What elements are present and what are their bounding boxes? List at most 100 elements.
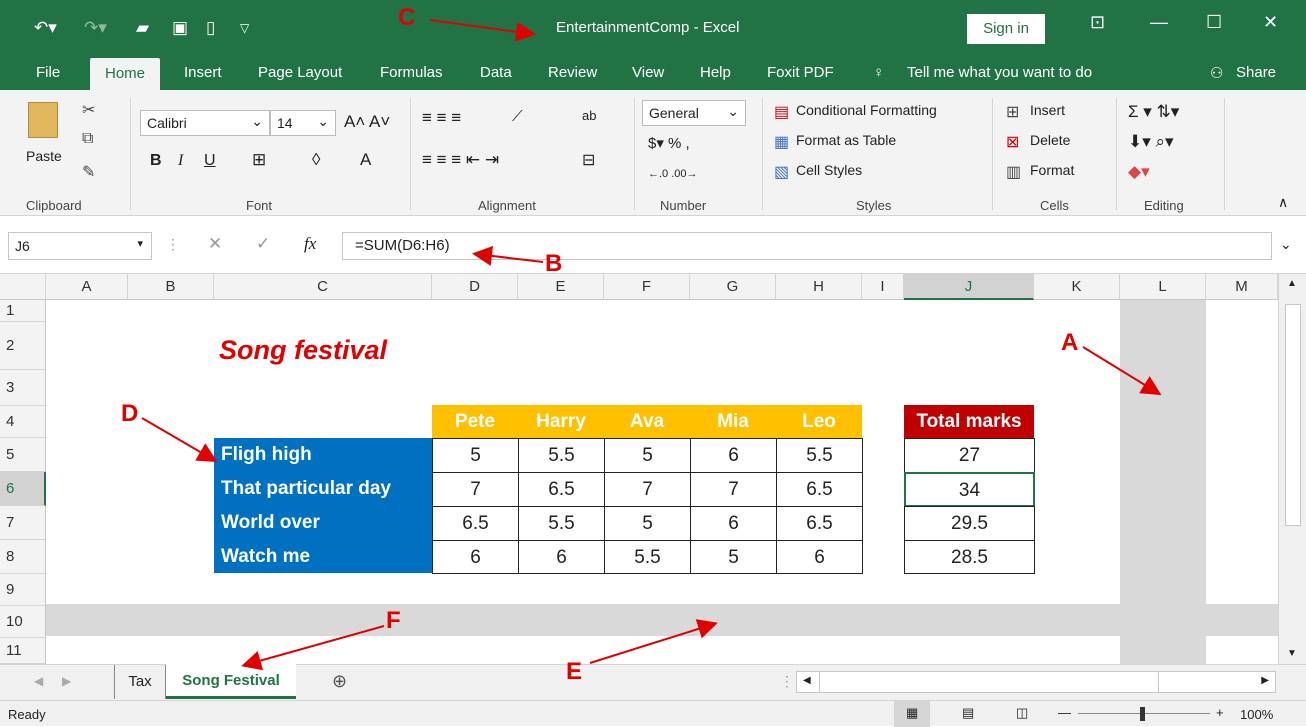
borders-icon[interactable]: ⊞: [252, 150, 266, 170]
insert-button[interactable]: Insert: [1030, 102, 1065, 118]
format-as-table-button[interactable]: Format as Table: [796, 132, 896, 148]
column-header-k[interactable]: K: [1034, 274, 1120, 300]
decimal-icon[interactable]: ←.0 .00→: [648, 168, 698, 180]
format-cells-icon[interactable]: ▥: [1006, 162, 1021, 182]
score-cell[interactable]: 5.5: [518, 506, 605, 541]
total-cell[interactable]: 28.5: [904, 540, 1035, 574]
zoom-out-icon[interactable]: —: [1058, 705, 1071, 720]
sign-in-button[interactable]: Sign in: [967, 14, 1045, 44]
fill-color-icon[interactable]: ◊: [312, 150, 320, 170]
redo-icon[interactable]: ↷▾: [84, 18, 107, 38]
column-header-d[interactable]: D: [432, 274, 518, 300]
wrap-text-icon[interactable]: ab: [582, 108, 596, 123]
tab-data[interactable]: Data: [480, 64, 512, 81]
column-header-m[interactable]: M: [1206, 274, 1278, 300]
tell-me-box[interactable]: Tell me what you want to do: [907, 64, 1092, 81]
underline-button[interactable]: U: [204, 152, 216, 170]
table-header-harry[interactable]: Harry: [518, 405, 604, 438]
cut-icon[interactable]: ✂: [82, 100, 95, 120]
scroll-thumb[interactable]: [1285, 304, 1301, 526]
tab-file[interactable]: File: [36, 64, 60, 81]
zoom-slider-thumb[interactable]: [1140, 707, 1145, 721]
open-folder-icon[interactable]: ▰: [136, 18, 149, 38]
row-header-2[interactable]: 2: [0, 322, 46, 370]
delete-cells-icon[interactable]: ⊠: [1006, 132, 1019, 152]
number-format-select[interactable]: General ⌄: [642, 100, 746, 126]
close-icon[interactable]: ✕: [1263, 12, 1278, 33]
row-header-11[interactable]: 11: [0, 638, 46, 664]
expand-formula-icon[interactable]: ⌄: [1280, 236, 1292, 253]
vertical-scrollbar[interactable]: ▲ ▼: [1278, 274, 1306, 664]
table-header-total-marks[interactable]: Total marks: [904, 405, 1034, 438]
new-file-icon[interactable]: ▯: [206, 18, 215, 38]
horizontal-scroll-thumb[interactable]: [819, 672, 1159, 692]
drag-handle-icon[interactable]: ⋮: [166, 236, 180, 253]
normal-view-icon[interactable]: ▦: [894, 701, 930, 727]
row-header-1[interactable]: 1: [0, 300, 46, 322]
row-header-8[interactable]: 8: [0, 540, 46, 574]
sheet-tab-song-festival[interactable]: Song Festival: [166, 664, 296, 699]
score-cell[interactable]: 5: [604, 506, 691, 541]
copy-icon[interactable]: ⧉: [82, 130, 93, 148]
score-cell[interactable]: 6.5: [776, 472, 863, 507]
format-button[interactable]: Format: [1030, 162, 1074, 178]
score-cell[interactable]: 6: [518, 540, 605, 574]
song-label[interactable]: Fligh high: [214, 438, 432, 472]
tab-page-layout[interactable]: Page Layout: [258, 64, 342, 81]
add-sheet-icon[interactable]: ⊕: [332, 671, 347, 692]
song-label[interactable]: That particular day: [214, 472, 432, 506]
row-header-3[interactable]: 3: [0, 370, 46, 406]
conditional-formatting-icon[interactable]: ▤: [774, 102, 789, 122]
zoom-level[interactable]: 100%: [1240, 707, 1273, 722]
table-header-ava[interactable]: Ava: [604, 405, 690, 438]
paste-button[interactable]: Paste: [26, 148, 62, 164]
zoom-in-icon[interactable]: +: [1216, 705, 1224, 720]
score-cell[interactable]: 6: [776, 540, 863, 574]
italic-button[interactable]: I: [178, 152, 183, 170]
select-all-corner[interactable]: [0, 274, 46, 300]
column-header-b[interactable]: B: [128, 274, 214, 300]
align-top-icon[interactable]: ≡ ≡ ≡: [422, 108, 461, 128]
insert-cells-icon[interactable]: ⊞: [1006, 102, 1019, 122]
score-cell[interactable]: 7: [604, 472, 691, 507]
song-label[interactable]: World over: [214, 506, 432, 540]
total-cell[interactable]: 29.5: [904, 506, 1035, 541]
accounting-format-icon[interactable]: $▾ % ,: [648, 134, 690, 152]
song-label[interactable]: Watch me: [214, 540, 432, 573]
column-header-i[interactable]: I: [862, 274, 904, 300]
orientation-icon[interactable]: ⟋: [512, 108, 523, 125]
score-cell[interactable]: 5.5: [776, 438, 863, 473]
tab-formulas[interactable]: Formulas: [380, 64, 443, 81]
enter-icon[interactable]: ✓: [256, 234, 270, 254]
score-cell[interactable]: 5: [604, 438, 691, 473]
cell-styles-icon[interactable]: ▧: [774, 162, 789, 182]
score-cell[interactable]: 6.5: [776, 506, 863, 541]
grow-font-icon[interactable]: A˄ A˅: [344, 112, 390, 132]
column-header-f[interactable]: F: [604, 274, 690, 300]
row-header-5[interactable]: 5: [0, 438, 46, 472]
format-as-table-icon[interactable]: ▦: [774, 132, 789, 152]
horizontal-scrollbar[interactable]: ◀ ▶: [796, 671, 1276, 693]
save-icon[interactable]: ▣: [172, 18, 188, 38]
tab-view[interactable]: View: [632, 64, 664, 81]
table-header-pete[interactable]: Pete: [432, 405, 518, 438]
column-header-h[interactable]: H: [776, 274, 862, 300]
score-cell[interactable]: 7: [432, 472, 519, 507]
cancel-icon[interactable]: ✕: [208, 234, 222, 254]
prev-sheet-icon[interactable]: ◀: [34, 674, 43, 688]
tab-review[interactable]: Review: [548, 64, 597, 81]
maximize-icon[interactable]: ☐: [1206, 12, 1222, 33]
total-cell-selected[interactable]: 34: [904, 472, 1035, 507]
sheet-title[interactable]: Song festival: [219, 335, 387, 366]
row-header-10[interactable]: 10: [0, 606, 46, 638]
share-icon[interactable]: ⚇: [1210, 64, 1223, 82]
total-cell[interactable]: 27: [904, 438, 1035, 473]
column-header-c[interactable]: C: [214, 274, 432, 300]
row-header-4[interactable]: 4: [0, 406, 46, 438]
font-name-select[interactable]: Calibri ⌄: [140, 110, 270, 136]
share-button[interactable]: Share: [1236, 64, 1276, 81]
score-cell[interactable]: 7: [690, 472, 777, 507]
tab-help[interactable]: Help: [700, 64, 731, 81]
page-break-view-icon[interactable]: ◫: [1016, 705, 1028, 721]
paste-icon[interactable]: [28, 102, 58, 138]
